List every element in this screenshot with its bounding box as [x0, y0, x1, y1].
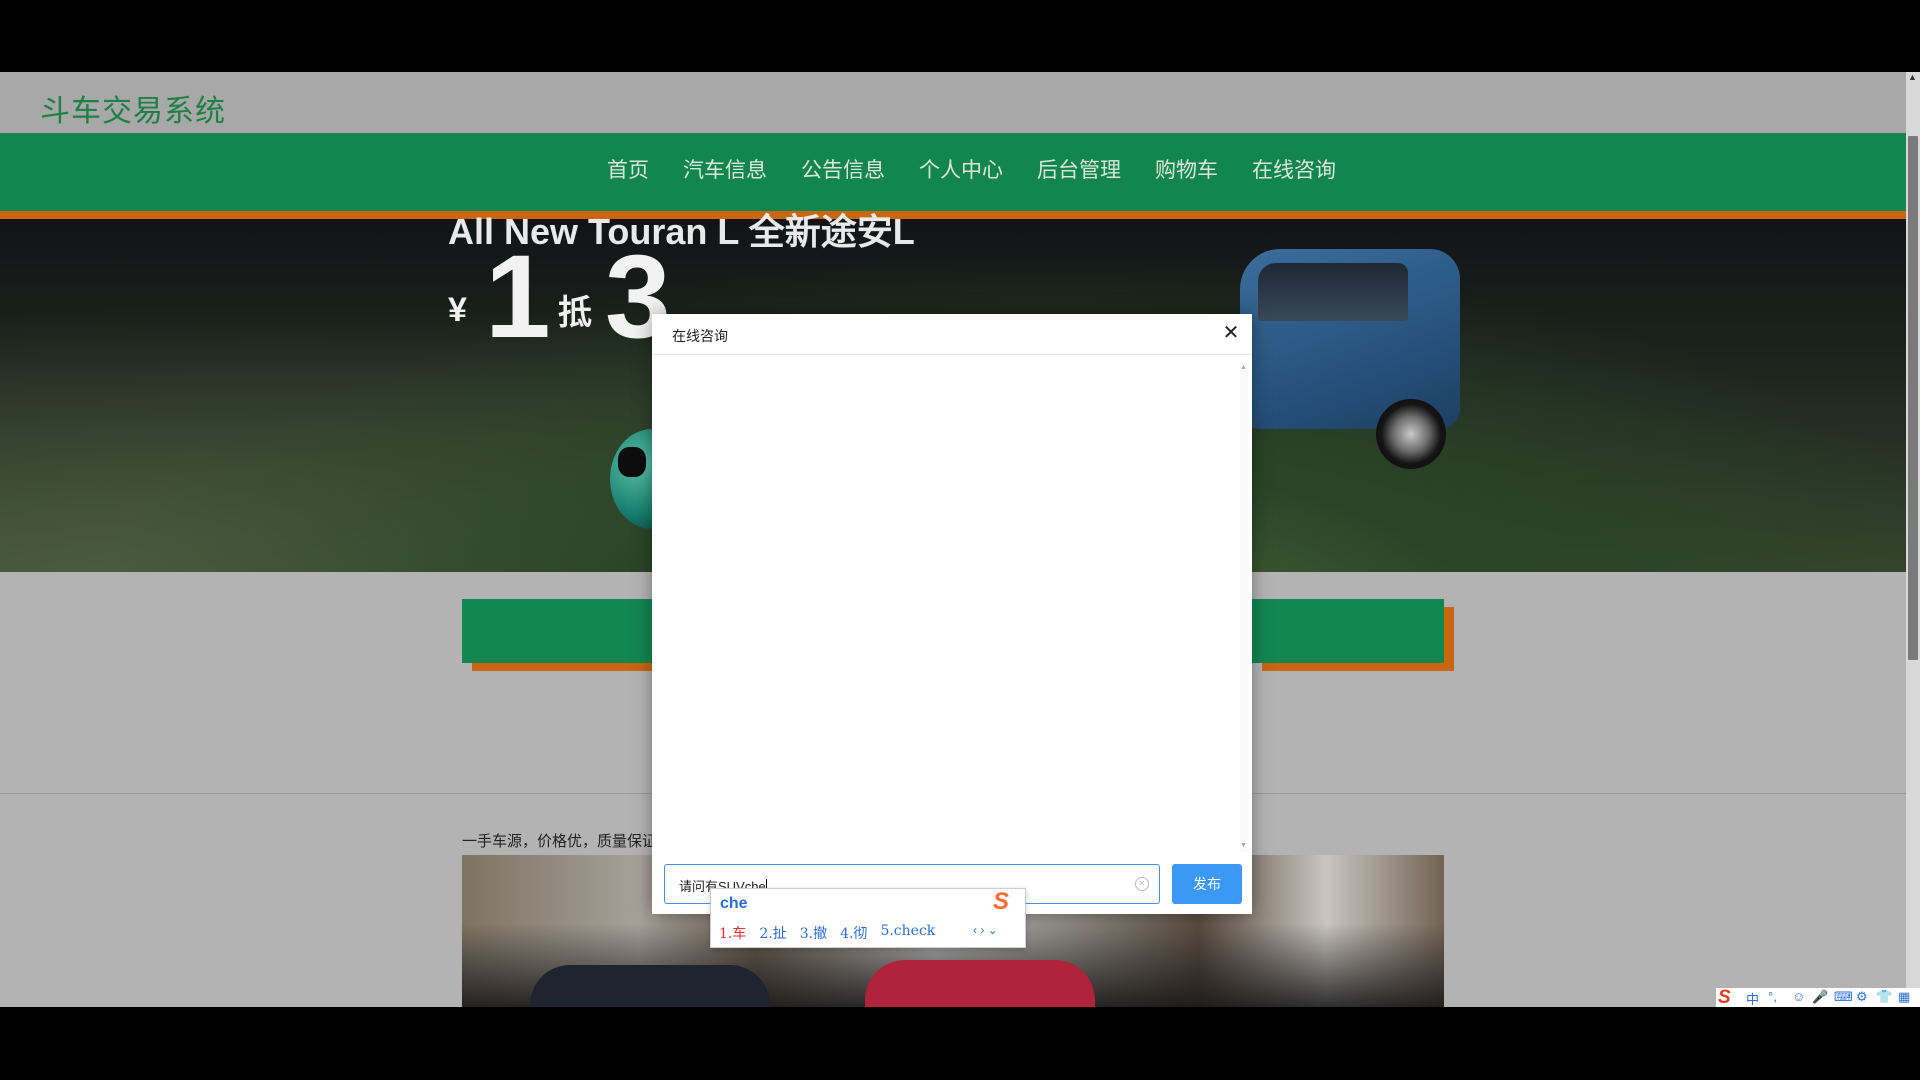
chat-message-area[interactable] — [662, 362, 1242, 852]
clear-input-icon[interactable]: ✕ — [1135, 877, 1149, 891]
main-nav: 首页 汽车信息 公告信息 个人中心 后台管理 购物车 在线咨询 — [0, 133, 1906, 219]
chat-scrollbar[interactable]: ▲ ▼ — [1240, 362, 1248, 852]
scroll-down-icon[interactable]: ▼ — [1240, 842, 1247, 849]
scroll-up-icon[interactable]: ▲ — [1908, 72, 1917, 82]
car-wheel — [1376, 399, 1446, 469]
ime-page-nav-icon[interactable]: ‹ › ⌄ — [973, 923, 998, 937]
ime-lang-toggle[interactable]: 中 — [1746, 989, 1759, 1007]
nav-item-car-info[interactable]: 汽车信息 — [666, 153, 784, 189]
keyboard-icon[interactable]: ⌨ — [1834, 989, 1853, 1005]
dialog-header: 在线咨询 ✕ — [652, 314, 1252, 355]
ime-candidate[interactable]: 1.车 — [719, 923, 746, 943]
nav-item-home[interactable]: 首页 — [590, 153, 666, 189]
section-title-bar-right — [1252, 599, 1444, 663]
settings-icon[interactable]: ⚙ — [1856, 989, 1868, 1005]
dialog-title: 在线咨询 — [672, 328, 728, 344]
photo-car-red — [865, 960, 1095, 1007]
site-title[interactable]: 斗车交易系统 — [40, 86, 226, 130]
browser-viewport: 斗车交易系统 首页 汽车信息 公告信息 个人中心 后台管理 购物车 在线咨询 A… — [0, 72, 1920, 1007]
banner-amount: 1 — [485, 231, 551, 363]
sogou-tray-icon[interactable]: S — [1718, 987, 1731, 1007]
scroll-up-icon[interactable]: ▲ — [1240, 364, 1247, 371]
consult-dialog: 在线咨询 ✕ ▲ ▼ 请问有SUVche ✕ 发布 — [652, 314, 1252, 914]
skin-icon[interactable]: 👕 — [1876, 989, 1892, 1005]
banner-deduct: 抵 — [558, 294, 592, 332]
ime-status-bar: S 中 °, ☺ 🎤 ⌨ ⚙ 👕 ▦ — [1716, 987, 1920, 1007]
section-caption: 一手车源，价格优，质量保证 — [462, 833, 658, 850]
send-button[interactable]: 发布 — [1172, 864, 1242, 904]
ime-candidate[interactable]: 4.彻 — [840, 923, 867, 943]
nav-item-online-consult[interactable]: 在线咨询 — [1235, 153, 1353, 189]
nav-item-announcements[interactable]: 公告信息 — [784, 153, 902, 189]
ime-candidate[interactable]: 2.扯 — [759, 923, 786, 943]
close-icon[interactable]: ✕ — [1220, 322, 1242, 344]
banner-yen: ¥ — [448, 291, 467, 329]
ime-candidate-list: 1.车 2.扯 3.撤 4.彻 5.check — [719, 923, 935, 943]
section-title-bar-left — [462, 599, 662, 663]
ime-candidate[interactable]: 5.check — [880, 923, 935, 943]
page-scrollbar-thumb[interactable] — [1908, 136, 1918, 660]
ime-candidate[interactable]: 3.撤 — [800, 923, 827, 943]
punctuation-icon[interactable]: °, — [1768, 989, 1777, 1004]
toolbox-icon[interactable]: ▦ — [1898, 989, 1910, 1005]
nav-item-personal-center[interactable]: 个人中心 — [902, 153, 1020, 189]
ime-composition: che — [720, 895, 748, 912]
nav-item-admin[interactable]: 后台管理 — [1020, 153, 1138, 189]
soccer-ball-patch — [618, 447, 646, 477]
car-window — [1258, 263, 1408, 321]
microphone-icon[interactable]: 🎤 — [1812, 989, 1828, 1005]
photo-car-dark — [530, 965, 770, 1007]
nav-item-cart[interactable]: 购物车 — [1138, 153, 1235, 189]
sogou-logo-icon[interactable]: S — [993, 889, 1019, 915]
ime-candidate-window: che S 1.车 2.扯 3.撤 4.彻 5.check ‹ › ⌄ — [710, 888, 1026, 948]
emoji-icon[interactable]: ☺ — [1792, 989, 1805, 1004]
site-header: 斗车交易系统 — [0, 72, 1906, 133]
